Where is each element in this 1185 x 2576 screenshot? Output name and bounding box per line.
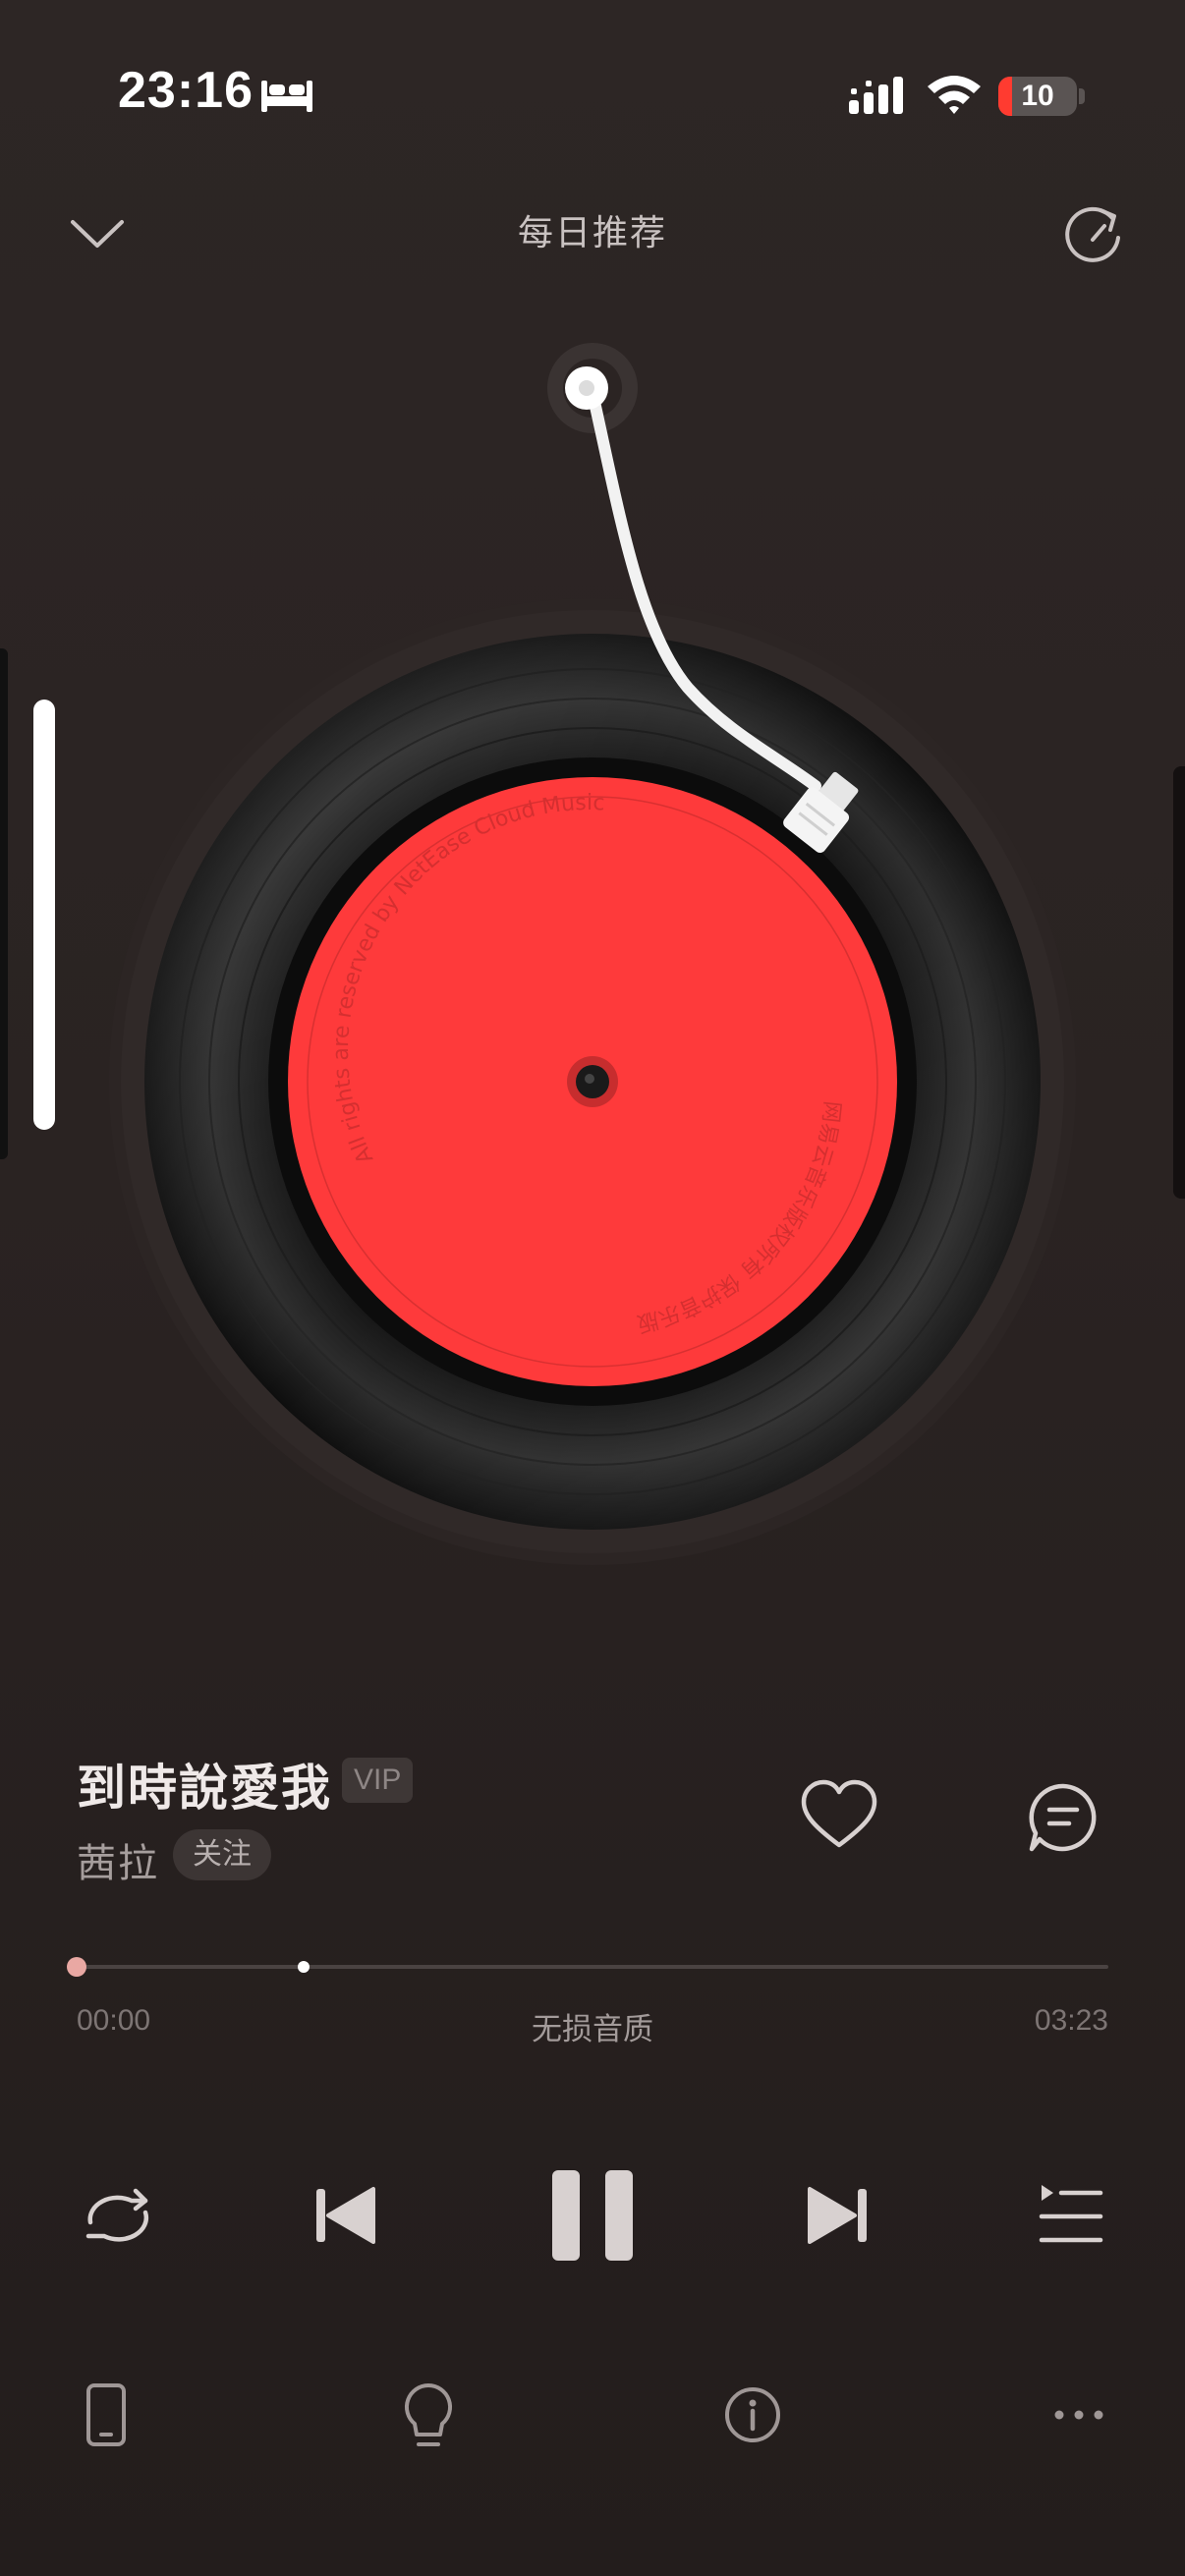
next-icon[interactable]	[794, 2171, 882, 2260]
follow-button[interactable]: 关注	[173, 1829, 271, 1880]
battery-icon: 10	[998, 77, 1077, 116]
previous-icon[interactable]	[301, 2171, 389, 2260]
page-title: 每日推荐	[517, 213, 667, 253]
buffer-marker	[298, 1961, 310, 1973]
more-icon[interactable]	[1042, 2378, 1116, 2452]
refresh-icon[interactable]	[1057, 196, 1130, 269]
pause-icon[interactable]	[538, 2156, 647, 2274]
repeat-icon[interactable]	[71, 2171, 159, 2260]
total-time: 03:23	[1034, 2004, 1108, 2037]
wifi-icon	[928, 76, 981, 114]
battery-cap	[1079, 88, 1085, 104]
vip-badge: VIP	[342, 1758, 414, 1803]
playlist-icon[interactable]	[1028, 2171, 1116, 2260]
progress-handle[interactable]	[67, 1957, 86, 1977]
phone-device-icon[interactable]	[69, 2378, 143, 2452]
battery-level-text: 10	[1021, 80, 1054, 112]
info-icon[interactable]	[715, 2378, 790, 2452]
heart-icon[interactable]	[798, 1778, 880, 1853]
progress-track[interactable]	[77, 1965, 1108, 1969]
sleep-focus-icon	[261, 81, 312, 112]
comment-icon[interactable]	[1026, 1780, 1100, 1855]
vinyl-turntable[interactable]: All rights are reserved by NetEase Cloud…	[0, 334, 1185, 1611]
artist-name[interactable]: 茜拉	[77, 1831, 159, 1888]
lightbulb-icon[interactable]	[391, 2378, 466, 2452]
status-time: 23:16	[118, 62, 254, 119]
cellular-signal-icon	[849, 77, 903, 114]
song-title: 到時說愛我	[77, 1760, 332, 1817]
audio-quality-button[interactable]: 无损音质	[0, 2004, 1185, 2048]
